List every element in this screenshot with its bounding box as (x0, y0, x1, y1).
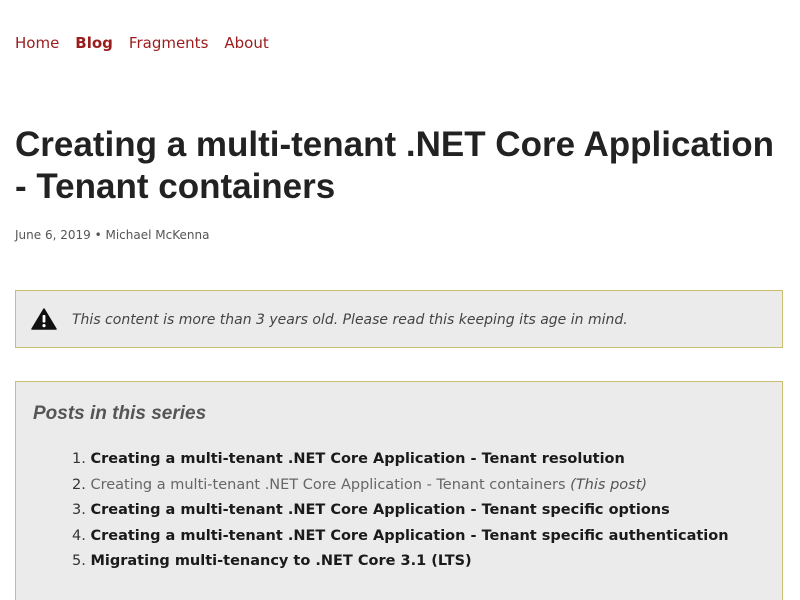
nav-fragments-link[interactable]: Fragments (129, 33, 208, 53)
series-item: 3. Creating a multi-tenant .NET Core App… (72, 498, 729, 524)
series-item-number: 4. (72, 527, 86, 544)
series-panel: Posts in this series 1. Creating a multi… (15, 381, 783, 600)
post-author: Michael McKenna (105, 228, 210, 242)
series-item-number: 1. (72, 451, 86, 467)
nav-blog-link[interactable]: Blog (75, 33, 113, 53)
series-item: 5. Migrating multi-tenancy to .NET Core … (72, 549, 729, 575)
post-date: June 6, 2019 (15, 228, 91, 242)
series-heading: Posts in this series (33, 403, 207, 424)
nav-home-link[interactable]: Home (15, 33, 59, 53)
series-item-current-label: Creating a multi-tenant .NET Core Applic… (90, 476, 566, 493)
series-item: 4. Creating a multi-tenant .NET Core App… (72, 524, 729, 550)
series-item-link[interactable]: Creating a multi-tenant .NET Core Applic… (90, 451, 624, 467)
this-post-note: (This post) (570, 476, 648, 493)
warning-triangle-icon (31, 308, 57, 330)
series-item: 1. Creating a multi-tenant .NET Core App… (72, 447, 729, 473)
main-nav: Home Blog Fragments About (15, 33, 269, 53)
series-item-number: 2. (72, 476, 86, 493)
series-list: 1. Creating a multi-tenant .NET Core App… (72, 447, 729, 575)
series-item-number: 3. (72, 502, 86, 518)
nav-about-link[interactable]: About (224, 33, 268, 53)
post-title: Creating a multi-tenant .NET Core Applic… (15, 125, 775, 206)
meta-separator: • (94, 228, 102, 242)
series-item-number: 5. (72, 553, 86, 569)
series-item-link[interactable]: Creating a multi-tenant .NET Core Applic… (90, 502, 669, 518)
post-meta: June 6, 2019 • Michael McKenna (15, 227, 209, 243)
series-item-link[interactable]: Creating a multi-tenant .NET Core Applic… (90, 528, 728, 544)
age-notice: This content is more than 3 years old. P… (15, 290, 783, 348)
notice-text: This content is more than 3 years old. P… (72, 312, 628, 328)
series-item-current: 2. Creating a multi-tenant .NET Core App… (72, 473, 729, 499)
series-item-link[interactable]: Migrating multi-tenancy to .NET Core 3.1… (90, 553, 471, 569)
